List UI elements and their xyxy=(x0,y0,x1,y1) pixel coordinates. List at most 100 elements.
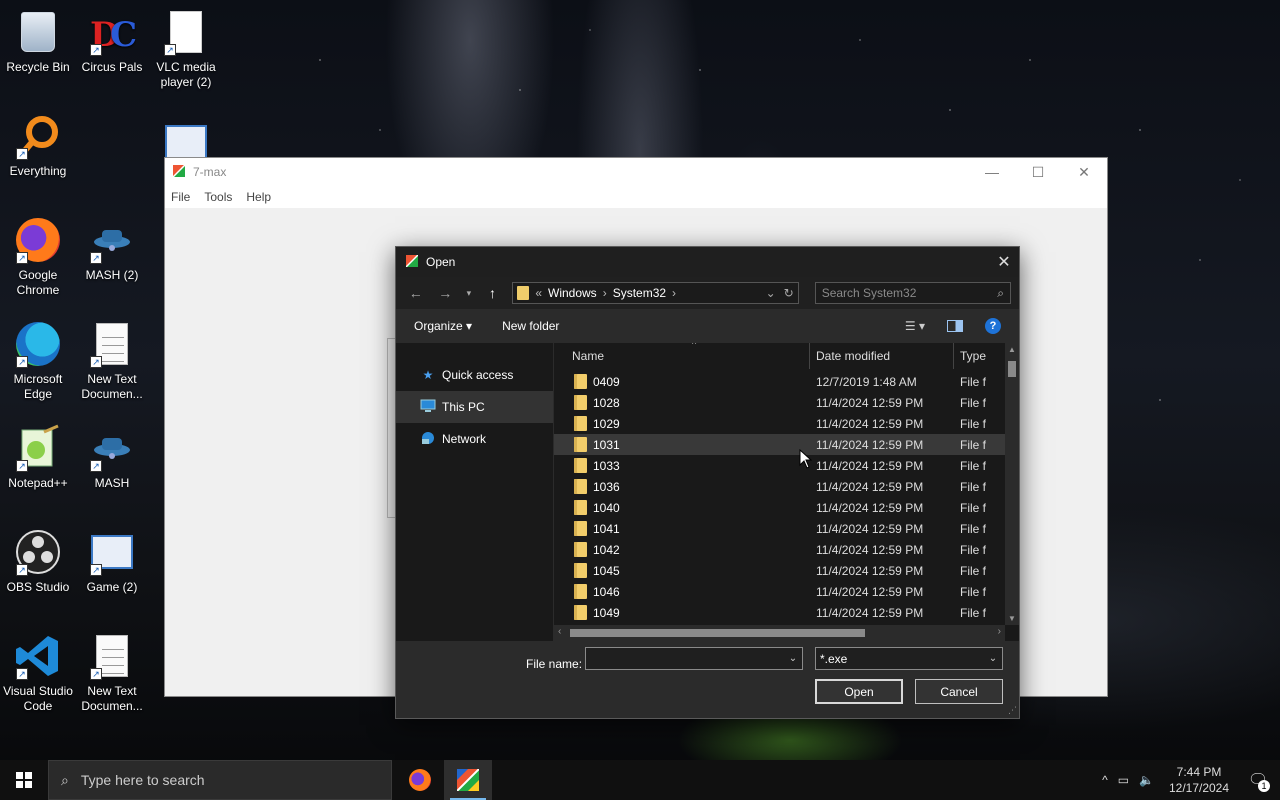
menu-help[interactable]: Help xyxy=(246,190,271,204)
help-icon[interactable]: ? xyxy=(985,318,1001,334)
desktop-icon-google-chrome[interactable]: ↗ Google Chrome xyxy=(0,216,76,298)
file-type-filter-value: *.exe xyxy=(820,651,848,666)
column-header-name[interactable]: Name xyxy=(554,343,810,369)
breadcrumb-windows[interactable]: Windows xyxy=(548,286,597,300)
desktop-icon-new-text-doc[interactable]: ↗ New Text Documen... xyxy=(74,320,150,402)
desktop-icon-everything[interactable]: ↗ Everything xyxy=(0,112,76,179)
clock[interactable]: 7:44 PM 12/17/2024 xyxy=(1164,764,1234,796)
file-row[interactable]: 1045 11/4/2024 12:59 PM File f xyxy=(554,560,1005,581)
file-name-input[interactable] xyxy=(590,651,780,666)
dialog-titlebar[interactable]: Open ✕ xyxy=(396,247,1019,277)
vertical-scrollbar[interactable]: ▲ ▼ xyxy=(1005,343,1019,625)
desktop-icon-label: Recycle Bin xyxy=(6,60,70,74)
file-row[interactable]: 1028 11/4/2024 12:59 PM File f xyxy=(554,392,1005,413)
nav-item-network[interactable]: Network xyxy=(396,423,553,455)
folder-icon xyxy=(574,500,587,515)
scroll-right-icon[interactable]: › xyxy=(998,626,1001,637)
desktop-icon-label: MASH xyxy=(94,476,130,490)
network-icon xyxy=(420,431,436,448)
taskbar-app-firefox[interactable] xyxy=(396,760,444,800)
column-header-type[interactable]: Type xyxy=(954,343,986,369)
breadcrumb-system32[interactable]: System32 xyxy=(613,286,666,300)
file-type-filter-dropdown[interactable]: *.exe ⌄ xyxy=(815,647,1003,670)
search-icon: ⌕ xyxy=(997,285,1004,300)
refresh-icon[interactable]: ↻ xyxy=(784,286,794,300)
file-row[interactable]: 1041 11/4/2024 12:59 PM File f xyxy=(554,518,1005,539)
scroll-down-icon[interactable]: ▼ xyxy=(1005,614,1019,623)
taskbar-search[interactable]: ⌕ Type here to search xyxy=(48,760,392,800)
notification-center-button[interactable]: 🗨 1 xyxy=(1244,766,1272,794)
open-button[interactable]: Open xyxy=(815,679,903,704)
chevron-up-icon[interactable]: ^ xyxy=(1102,773,1108,787)
close-button[interactable]: ✕ xyxy=(1061,158,1107,186)
desktop-icon-circus-pals[interactable]: DC ↗ Circus Pals xyxy=(74,8,150,75)
file-row[interactable]: 0409 12/7/2019 1:48 AM File f xyxy=(554,371,1005,392)
breadcrumb-overflow[interactable]: « xyxy=(535,286,542,300)
minimize-button[interactable]: — xyxy=(969,158,1015,186)
file-row[interactable]: 1036 11/4/2024 12:59 PM File f xyxy=(554,476,1005,497)
scroll-up-icon[interactable]: ▲ xyxy=(1005,345,1019,354)
desktop-icon-microsoft-edge[interactable]: ↗ Microsoft Edge xyxy=(0,320,76,402)
desktop-icon-recycle-bin[interactable]: Recycle Bin xyxy=(0,8,76,75)
chevron-right-icon[interactable]: › xyxy=(672,286,676,300)
cancel-button[interactable]: Cancel xyxy=(915,679,1003,704)
mash-hat-icon: ↗ xyxy=(88,424,136,472)
scrollbar-thumb[interactable] xyxy=(570,629,865,637)
desktop-icon-game-2[interactable]: ↗ Game (2) xyxy=(74,528,150,595)
maximize-button[interactable]: ☐ xyxy=(1015,158,1061,186)
scroll-left-icon[interactable]: ‹ xyxy=(558,626,561,637)
mash-hat-icon: ↗ xyxy=(88,216,136,264)
start-button[interactable] xyxy=(0,760,48,800)
app-titlebar[interactable]: 7-max — ☐ ✕ xyxy=(165,158,1107,186)
scrollbar-thumb[interactable] xyxy=(1008,361,1016,377)
circus-pals-icon: DC ↗ xyxy=(90,15,136,56)
new-folder-button[interactable]: New folder xyxy=(502,319,559,333)
nav-item-quick-access[interactable]: ★ Quick access xyxy=(396,359,553,391)
desktop-icon-mash-2[interactable]: ↗ MASH (2) xyxy=(74,216,150,283)
file-row[interactable]: 1046 11/4/2024 12:59 PM File f xyxy=(554,581,1005,602)
forward-arrow-icon[interactable]: → xyxy=(434,281,458,305)
desktop-icon-new-text-doc-2[interactable]: ↗ New Text Documen... xyxy=(74,632,150,714)
file-row[interactable]: 1029 11/4/2024 12:59 PM File f xyxy=(554,413,1005,434)
chevron-down-icon[interactable]: ⌄ xyxy=(984,653,1002,664)
file-row[interactable]: 1040 11/4/2024 12:59 PM File f xyxy=(554,497,1005,518)
chevron-down-icon[interactable]: ⌄ xyxy=(766,286,776,300)
search-field[interactable]: ⌕ xyxy=(814,282,1011,304)
file-row[interactable]: 1033 11/4/2024 12:59 PM File f xyxy=(554,455,1005,476)
volume-icon[interactable]: 🔈 xyxy=(1139,773,1154,787)
menu-tools[interactable]: Tools xyxy=(204,190,232,204)
desktop-icon-vlc-2[interactable]: ↗ VLC media player (2) xyxy=(148,8,224,90)
notification-badge: 1 xyxy=(1258,780,1270,792)
file-list: ^ Name Date modified Type 0409 12/7/2019 … xyxy=(553,343,1019,641)
chevron-right-icon[interactable]: › xyxy=(603,286,607,300)
view-options-icon[interactable]: ☰ ▾ xyxy=(905,319,925,333)
organize-button[interactable]: Organize ▾ xyxy=(414,319,472,333)
resize-grip-icon[interactable]: ⋰ xyxy=(1008,705,1017,716)
back-arrow-icon[interactable]: ← xyxy=(404,281,428,305)
up-arrow-icon[interactable]: ↑ xyxy=(481,281,505,305)
network-status-icon[interactable]: ▭ xyxy=(1118,773,1129,787)
star-icon: ★ xyxy=(422,368,434,382)
system-tray: ^ ▭ 🔈 7:44 PM 12/17/2024 🗨 1 xyxy=(1102,764,1280,796)
dialog-close-button[interactable]: ✕ xyxy=(989,252,1019,272)
chevron-down-icon[interactable]: ⌄ xyxy=(784,653,802,664)
preview-pane-icon[interactable] xyxy=(947,320,963,332)
recent-locations-chevron-icon[interactable]: ▾ xyxy=(463,281,475,305)
file-name-combobox[interactable]: ⌄ xyxy=(585,647,803,670)
desktop-icon-mash[interactable]: ↗ MASH xyxy=(74,424,150,491)
desktop-icon-obs-studio[interactable]: ↗ OBS Studio xyxy=(0,528,76,595)
nav-item-this-pc[interactable]: This PC xyxy=(396,391,553,423)
taskbar-app-7max[interactable] xyxy=(444,760,492,800)
horizontal-scrollbar[interactable]: ‹ › xyxy=(554,625,1005,641)
firefox-icon: ↗ xyxy=(14,216,62,264)
address-bar[interactable]: « Windows › System32 › ⌄ ↻ xyxy=(512,282,799,304)
desktop-icon-vs-code[interactable]: ↗ Visual Studio Code xyxy=(0,632,76,714)
recycle-bin-icon xyxy=(14,8,62,56)
file-row[interactable]: 1042 11/4/2024 12:59 PM File f xyxy=(554,539,1005,560)
menu-file[interactable]: File xyxy=(171,190,190,204)
search-input[interactable] xyxy=(821,286,982,300)
file-row[interactable]: 1049 11/4/2024 12:59 PM File f xyxy=(554,602,1005,623)
file-row[interactable]: 1031 11/4/2024 12:59 PM File f xyxy=(554,434,1005,455)
column-header-date[interactable]: Date modified xyxy=(810,343,954,369)
desktop-icon-notepad-plus-plus[interactable]: ↗ Notepad++ xyxy=(0,424,76,491)
